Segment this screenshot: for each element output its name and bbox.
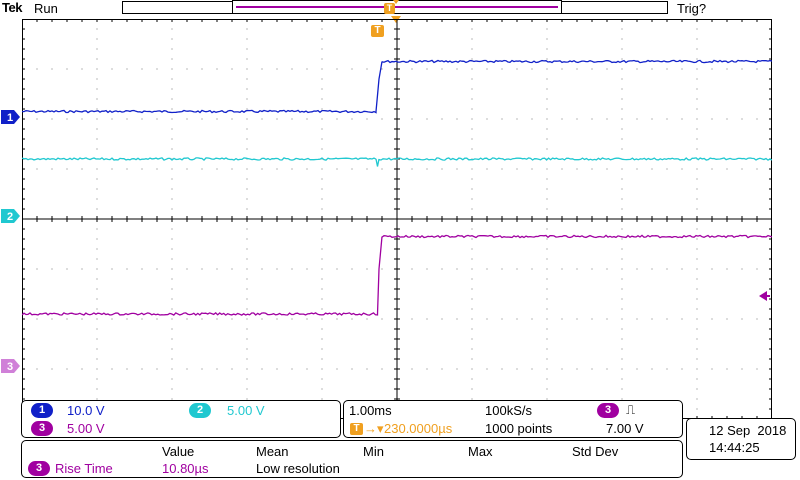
ch3-marker-label: 3 <box>7 361 13 373</box>
trigger-level[interactable]: 7.00 V <box>606 421 644 436</box>
measurement-source-badge[interactable]: 3 <box>28 461 50 476</box>
date-display: 12 Sep 2018 <box>709 423 787 438</box>
graticule <box>22 19 772 419</box>
header-max: Max <box>468 444 493 459</box>
header-mean: Mean <box>256 444 289 459</box>
ch1-marker-label: 1 <box>7 112 13 124</box>
ch1-ground-marker[interactable]: 1 <box>0 109 22 125</box>
trigger-status: Trig? <box>677 1 707 16</box>
ch3-scale[interactable]: 5.00 V <box>67 421 105 436</box>
rising-edge-icon: ⎍ <box>626 402 636 417</box>
trigger-source-badge[interactable]: 3 <box>597 403 619 418</box>
trigger-delay-arrow-icon: →▾ <box>364 421 384 436</box>
header-value: Value <box>162 444 195 459</box>
trigger-delay-icon: T <box>350 423 363 435</box>
ch2-scale[interactable]: 5.00 V <box>227 403 265 418</box>
ch2-badge[interactable]: 2 <box>189 403 211 418</box>
header-min: Min <box>363 444 384 459</box>
sample-rate: 100kS/s <box>485 403 532 418</box>
time-display: 14:44:25 <box>709 440 760 455</box>
record-length[interactable]: 1000 points <box>485 421 552 436</box>
brand-logo: Tek <box>2 0 22 15</box>
measurement-value: 10.80µs <box>162 461 209 476</box>
ch2-marker-label: 2 <box>7 211 13 223</box>
time-scale[interactable]: 1.00ms <box>349 403 392 418</box>
measurement-name[interactable]: Rise Time <box>55 461 113 476</box>
trigger-delay[interactable]: 230.0000µs <box>384 421 452 436</box>
header-std-dev: Std Dev <box>572 444 619 459</box>
ch2-ground-marker[interactable]: 2 <box>0 208 22 224</box>
channel-scale-panel: 1 10.0 V 2 5.00 V 3 5.00 V <box>21 400 341 438</box>
measurement-panel: Value Mean Min Max Std Dev 3 Rise Time 1… <box>21 440 683 478</box>
measurement-note: Low resolution <box>256 461 340 476</box>
ch3-ground-marker[interactable]: 3 <box>0 358 22 374</box>
waveform-display[interactable] <box>22 19 772 419</box>
trigger-level-marker[interactable] <box>758 290 770 302</box>
timebase-panel: 1.00ms 100kS/s 3 ⎍ T →▾ 230.0000µs 1000 … <box>343 400 683 438</box>
ch3-badge[interactable]: 3 <box>31 421 53 436</box>
ch1-badge[interactable]: 1 <box>31 403 53 418</box>
ch1-scale[interactable]: 10.0 V <box>67 403 105 418</box>
acquisition-status[interactable]: Run <box>34 1 58 16</box>
datetime-panel: 12 Sep 2018 14:44:25 <box>686 418 796 460</box>
